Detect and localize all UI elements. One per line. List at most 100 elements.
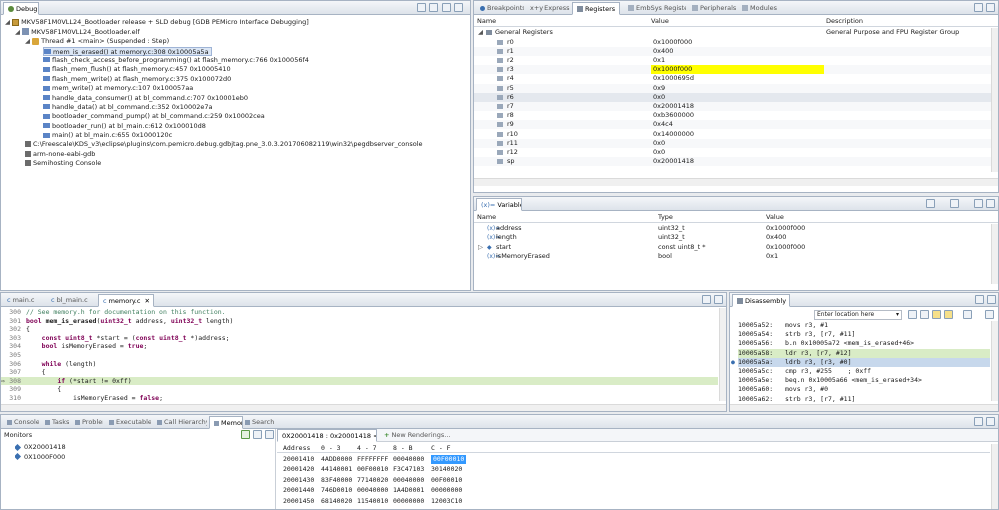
memory-cell[interactable]: 1A4D0001 — [393, 486, 424, 495]
thread-item[interactable]: ◢ Thread #1 <main> (Suspended : Step) — [25, 37, 470, 46]
code-line[interactable]: 305 — [1, 351, 718, 360]
view-menu-icon[interactable] — [442, 3, 451, 12]
memory-cell[interactable]: 00040000 — [357, 486, 388, 495]
tab-rendering[interactable]: 0X20001418 : 0x20001418 <Hex>✕ — [277, 429, 377, 442]
tab-bl-main-c[interactable]: c bl_main.c — [47, 294, 93, 307]
expand-icon[interactable]: ▷ — [478, 243, 483, 252]
stack-frame[interactable]: handle_data() at bl_command.c:352 0x1000… — [43, 103, 213, 112]
stack-frame[interactable]: flash_mem_write() at flash_memory.c:375 … — [43, 75, 231, 84]
code-area[interactable]: 300 // See memory.h for documentation on … — [1, 308, 718, 411]
home-icon[interactable] — [944, 310, 953, 319]
other-item[interactable]: arm-none-eabi-gdb — [25, 150, 470, 159]
stack-frame[interactable]: mem_write() at memory.c:107 0x100057aa — [43, 84, 193, 93]
stack-frame[interactable]: main() at bl_main.c:655 0x1000120c — [43, 131, 172, 140]
memory-row[interactable]: 20001450 68140020 11540010 00000000 12003C10 — [277, 497, 990, 506]
variable-value[interactable]: 0x400 — [766, 233, 786, 242]
stack-frame[interactable]: bootloader_command_pump() at bl_command.… — [43, 112, 265, 121]
tab-tasks[interactable]: Tasks — [41, 416, 69, 429]
disassembly-line[interactable]: 10005a52: movs r3, #1 — [738, 321, 990, 330]
tab-call-hierarchy[interactable]: Call Hierarchy — [153, 416, 207, 429]
new-renderings-button[interactable]: + New Renderings... — [380, 429, 452, 442]
elf-item[interactable]: ◢ MKV58F1M0VLL24_Bootloader.elf — [15, 28, 470, 37]
tab-peripherals[interactable]: Peripherals — [688, 2, 736, 15]
show-source-icon[interactable] — [920, 310, 929, 319]
col-description[interactable]: Description — [826, 16, 863, 27]
memory-row[interactable]: 20001420 44140001 00F00010 F3C47103 30140020 — [277, 465, 990, 474]
memory-cell[interactable]: 00F00010 — [431, 455, 467, 465]
variable-value[interactable]: 0x1 — [766, 252, 778, 261]
memory-cell[interactable]: 83F40000 — [321, 476, 352, 485]
code-line[interactable]: 303 const uint8_t *start = (const uint8_… — [1, 334, 718, 343]
register-row[interactable]: r8 0xb3600000 — [474, 111, 998, 120]
chevron-down-icon[interactable]: ▾ — [896, 311, 899, 319]
tab-variables[interactable]: (x)=Variables — [476, 198, 522, 211]
tab-modules[interactable]: Modules — [738, 2, 778, 15]
col-value[interactable]: Value — [651, 16, 669, 27]
register-row[interactable]: sp 0x20001418 — [474, 157, 998, 167]
code-line[interactable]: 309 { — [1, 385, 718, 394]
memory-row[interactable]: 20001440 746D0010 00040000 1A4D0001 00000000 — [277, 486, 990, 495]
register-value[interactable]: 0x0 — [651, 93, 824, 102]
stack-frame[interactable]: bootloader_run() at bl_main.c:612 0x1000… — [43, 122, 206, 131]
memory-cell[interactable]: 00F00010 — [357, 465, 388, 474]
step-icon[interactable] — [429, 3, 438, 12]
tab-console[interactable]: Console — [3, 416, 39, 429]
register-value[interactable]: 0x0 — [651, 139, 824, 148]
code-line[interactable]: ⇨ 308 if (*start != 0xff) — [1, 376, 718, 386]
tab-executables[interactable]: Executables — [105, 416, 151, 429]
memory-row[interactable]: 20001430 83F40000 77140020 00040000 00F00010 — [277, 476, 990, 485]
show-symbols-icon[interactable] — [932, 310, 941, 319]
memory-cell[interactable]: F3C47103 — [393, 465, 424, 474]
disassembly-scrollbar[interactable] — [991, 321, 998, 401]
register-value[interactable]: 0x1000f000 — [651, 65, 824, 75]
register-value[interactable]: 0xb3600000 — [651, 111, 824, 120]
col-name[interactable]: Name — [477, 16, 496, 27]
variable-row[interactable]: (x)= address uint32_t 0x1000f000 — [474, 224, 998, 233]
minimize-icon[interactable] — [702, 295, 711, 304]
register-value[interactable]: 0x0 — [651, 148, 824, 157]
memory-cell[interactable]: 44140001 — [321, 465, 352, 474]
code-line[interactable]: 306 while (length) — [1, 360, 718, 369]
maximize-icon[interactable] — [714, 295, 723, 304]
disassembly-lines[interactable]: 10005a52: movs r3, #1 10005a54: strb r3, … — [730, 321, 990, 411]
disassembly-line[interactable]: 10005a62: strb r3, [r7, #11] — [738, 395, 990, 404]
register-value[interactable]: 0x400 — [651, 47, 824, 56]
location-field[interactable]: Enter location here ▾ — [814, 310, 902, 320]
minimize-icon[interactable] — [974, 417, 983, 426]
monitor-item[interactable]: 0X1000F000 — [15, 453, 275, 462]
tab-expressions[interactable]: x+yExpressions — [526, 2, 570, 15]
link-icon[interactable] — [908, 310, 917, 319]
register-row[interactable]: r6 0x0 — [474, 92, 998, 102]
close-icon[interactable]: ✕ — [144, 297, 149, 305]
minimize-icon[interactable] — [974, 199, 983, 208]
register-group[interactable]: ◢ General Registers General Purpose and … — [474, 28, 998, 37]
register-row[interactable]: r7 0x20001418 — [474, 101, 998, 112]
minimize-icon[interactable] — [975, 295, 984, 304]
memory-cell[interactable]: 30140020 — [431, 465, 462, 474]
stack-frame[interactable]: handle_data_consumer() at bl_command.c:7… — [43, 94, 248, 103]
launch-item[interactable]: ◢ MKV58F1M0VLL24_Bootloader release + SL… — [5, 18, 470, 27]
col-value[interactable]: Value — [766, 212, 784, 223]
register-value[interactable]: 0x1 — [651, 56, 824, 65]
register-row[interactable]: r0 0x1000f000 — [474, 38, 998, 47]
other-item[interactable]: Semihosting Console — [25, 159, 470, 168]
memory-cell[interactable]: 746D0010 — [321, 486, 352, 495]
register-row[interactable]: r12 0x0 — [474, 148, 998, 157]
register-row[interactable]: r9 0x4c4 — [474, 120, 998, 130]
maximize-icon[interactable] — [986, 417, 995, 426]
register-row[interactable]: r5 0x9 — [474, 83, 998, 93]
variables-scrollbar[interactable] — [991, 224, 998, 284]
variable-value[interactable]: 0x1000f000 — [766, 243, 805, 252]
tab-search[interactable]: Search — [241, 416, 275, 429]
variable-row[interactable]: ▷ ◆ start const uint8_t * 0x1000f000 — [474, 243, 998, 252]
tab-disassembly[interactable]: Disassembly✕ — [732, 294, 790, 307]
stack-frame[interactable]: flash_mem_flush() at flash_memory.c:457 … — [43, 65, 231, 74]
memory-cell[interactable]: 12003C10 — [431, 497, 462, 506]
remove-all-icon[interactable] — [265, 430, 274, 439]
variable-row[interactable]: (x)= isMemoryErased bool 0x1 — [474, 252, 998, 261]
other-item[interactable]: C:\Freescale\KDS_v3\eclipse\plugins\com.… — [25, 140, 470, 149]
collapse-all-icon[interactable] — [926, 199, 935, 208]
register-value[interactable]: 0x4c4 — [651, 120, 824, 129]
maximize-icon[interactable] — [986, 199, 995, 208]
memory-row[interactable]: 20001410 4ADD0000 FFFFFFFF 00040000 00F00010 — [277, 455, 990, 465]
